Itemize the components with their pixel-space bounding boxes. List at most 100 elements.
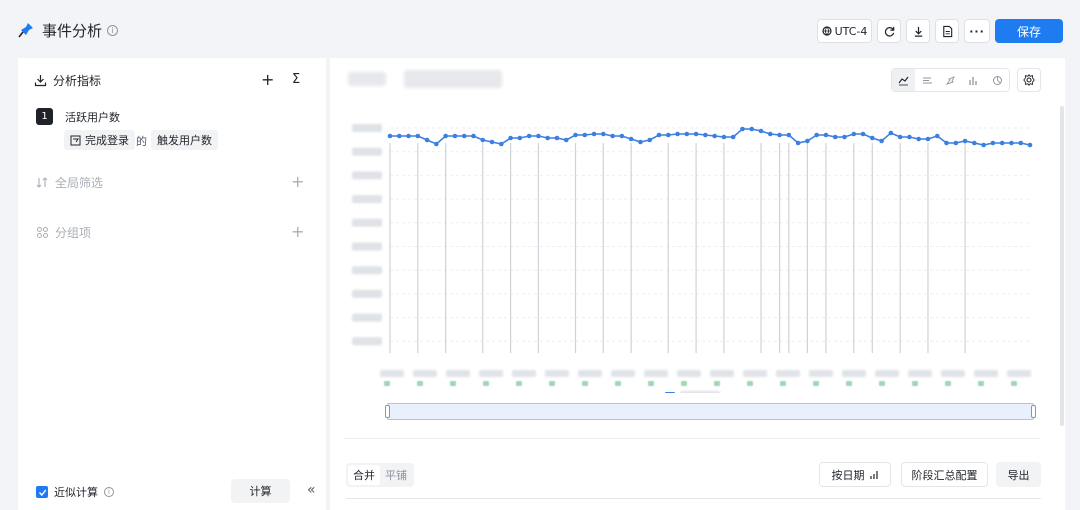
blurred-y-tick xyxy=(352,171,382,180)
data-point xyxy=(953,140,959,146)
data-point xyxy=(471,133,476,139)
data-point xyxy=(944,140,949,146)
more-button[interactable]: ··· xyxy=(964,19,990,43)
chart-settings-button[interactable] xyxy=(1017,68,1041,92)
data-point xyxy=(526,133,532,139)
trend-icon[interactable] xyxy=(939,69,962,91)
approx-calc-label: 近似计算 xyxy=(54,486,98,499)
chart-type-switcher xyxy=(891,68,1010,92)
page-title: 事件分析 xyxy=(42,22,103,40)
view-mode-switch: 合并 平铺 xyxy=(346,463,414,487)
marker-flag xyxy=(780,381,786,386)
marker-flag xyxy=(417,381,423,386)
approx-calc-toggle[interactable]: 近似计算 i xyxy=(36,484,114,500)
add-metric-icon[interactable]: + xyxy=(261,72,274,88)
blurred-x-tick xyxy=(710,370,734,377)
info-icon[interactable]: i xyxy=(107,25,118,36)
measure-chip[interactable]: 触发用户数 xyxy=(151,130,218,150)
metrics-section-title: 分析指标 xyxy=(34,72,101,89)
vertical-scrollbar[interactable] xyxy=(1060,106,1064,426)
data-point xyxy=(981,142,986,148)
bar-list-icon[interactable] xyxy=(915,69,938,91)
blurred-x-tick xyxy=(875,370,899,377)
marker-flag xyxy=(681,381,687,386)
save-button[interactable]: 保存 xyxy=(995,19,1063,43)
timezone-button[interactable]: UTC-4 xyxy=(817,19,872,43)
view-tile-tab[interactable]: 平铺 xyxy=(380,465,412,485)
blurred-date-selector[interactable] xyxy=(348,72,386,86)
marker-flag xyxy=(714,381,720,386)
data-point xyxy=(934,133,940,139)
data-point xyxy=(749,126,755,132)
blurred-x-tick xyxy=(974,370,998,377)
data-point xyxy=(888,130,894,136)
blurred-y-tick xyxy=(352,195,382,204)
data-point xyxy=(740,126,745,132)
data-point xyxy=(684,131,690,137)
metrics-icon xyxy=(34,75,47,87)
marker-flag xyxy=(912,381,918,386)
stage-summary-button[interactable]: 阶段汇总配置 xyxy=(901,462,988,487)
export-button[interactable]: 导出 xyxy=(996,462,1041,487)
data-point xyxy=(452,133,458,139)
data-point xyxy=(424,137,430,143)
event-chip[interactable]: 完成登录 xyxy=(64,130,135,150)
blurred-x-tick xyxy=(578,370,602,377)
checkbox-checked-icon[interactable] xyxy=(36,486,48,498)
collapse-panel-icon[interactable]: « xyxy=(307,482,316,498)
blurred-compare-selector[interactable] xyxy=(404,70,502,88)
data-point xyxy=(962,138,968,144)
data-point xyxy=(999,140,1005,146)
line-chart-icon[interactable] xyxy=(892,69,916,91)
pin-icon xyxy=(18,23,33,38)
data-point xyxy=(795,140,801,146)
add-group-icon[interactable]: + xyxy=(291,224,304,240)
brush-right-handle[interactable] xyxy=(1031,405,1036,418)
by-date-button[interactable]: 按日期 xyxy=(819,462,891,487)
blurred-x-tick xyxy=(545,370,569,377)
data-point xyxy=(619,133,625,139)
data-point xyxy=(990,140,996,146)
blurred-x-tick xyxy=(743,370,767,377)
data-point xyxy=(851,131,857,137)
pie-chart-icon[interactable] xyxy=(986,69,1009,91)
data-point xyxy=(860,131,866,137)
data-point xyxy=(610,133,615,139)
time-range-brush[interactable] xyxy=(385,403,1036,420)
brush-left-handle[interactable] xyxy=(385,405,390,418)
formula-icon[interactable]: Σ xyxy=(292,72,300,87)
header-bar: 事件分析 i UTC-4 ··· 保存 xyxy=(0,0,1080,58)
group-section-title[interactable]: 分组项 xyxy=(36,224,91,241)
document-button[interactable] xyxy=(935,19,959,43)
view-merge-tab[interactable]: 合并 xyxy=(348,465,380,485)
data-point xyxy=(786,132,792,138)
calculate-button[interactable]: 计算 xyxy=(231,479,290,503)
event-chip-label: 完成登录 xyxy=(85,134,129,147)
download-button[interactable] xyxy=(906,19,930,43)
blurred-y-tick xyxy=(352,147,382,156)
metric-name[interactable]: 活跃用户数 xyxy=(65,109,120,125)
add-filter-icon[interactable]: + xyxy=(291,174,304,190)
blurred-x-tick xyxy=(512,370,536,377)
marker-flag xyxy=(450,381,456,386)
column-chart-icon[interactable] xyxy=(962,69,985,91)
marker-flag xyxy=(945,381,951,386)
blurred-y-tick xyxy=(352,313,382,322)
blurred-x-tick xyxy=(776,370,800,377)
blurred-y-tick xyxy=(352,266,382,275)
data-point xyxy=(925,136,931,142)
marker-flag xyxy=(516,381,522,386)
data-point xyxy=(554,135,560,141)
blurred-x-tick xyxy=(446,370,470,377)
info-icon[interactable]: i xyxy=(104,487,114,497)
data-point xyxy=(767,131,773,137)
filter-title-label: 全局筛选 xyxy=(55,176,104,190)
blurred-y-tick xyxy=(352,124,382,132)
blurred-x-tick xyxy=(1007,370,1031,377)
data-point xyxy=(406,133,411,139)
blurred-x-tick xyxy=(644,370,668,377)
blurred-y-tick xyxy=(352,289,382,298)
filter-section-title[interactable]: 全局筛选 xyxy=(36,174,103,191)
refresh-button[interactable] xyxy=(877,19,901,43)
data-point xyxy=(832,134,838,140)
